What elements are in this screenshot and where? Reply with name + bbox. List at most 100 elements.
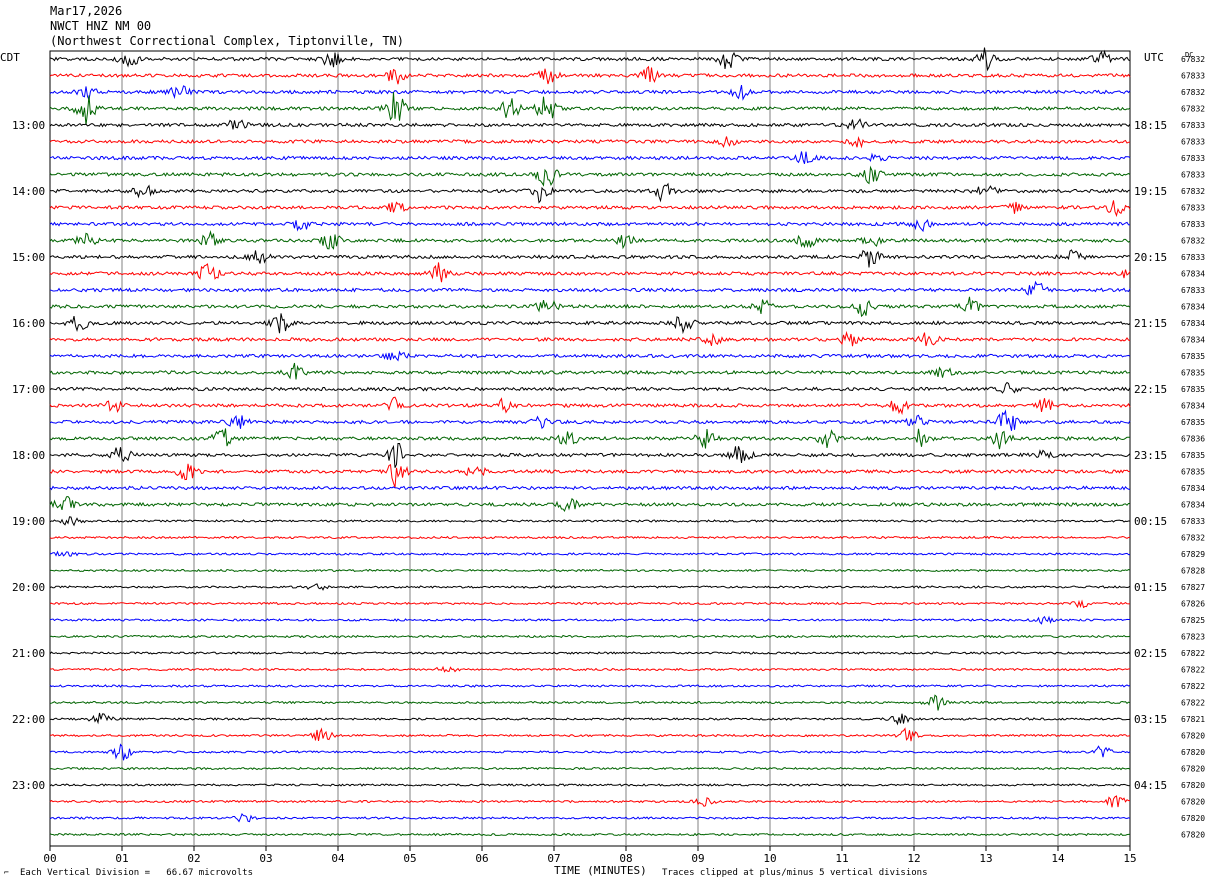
dc-offset-label: 67820 xyxy=(1181,781,1205,790)
right-hour-label: 01:15 xyxy=(1134,581,1167,594)
x-tick-label: 13 xyxy=(979,852,992,865)
trace-11 xyxy=(49,230,1131,250)
trace-47 xyxy=(49,832,1131,837)
trace-35 xyxy=(49,634,1131,639)
trace-46 xyxy=(49,813,1131,823)
dc-offset-label: 67827 xyxy=(1181,583,1205,592)
dc-offset-label: 67820 xyxy=(1181,732,1205,741)
trace-20 xyxy=(49,381,1131,394)
x-tick-label: 11 xyxy=(835,852,848,865)
x-tick-label: 03 xyxy=(259,852,272,865)
trace-21 xyxy=(49,396,1131,416)
left-hour-label: 18:00 xyxy=(12,449,45,462)
trace-34 xyxy=(49,615,1130,625)
x-tick-label: 12 xyxy=(907,852,920,865)
dc-offset-label: 67835 xyxy=(1181,468,1205,477)
grid-layer xyxy=(49,50,1131,851)
left-hour-label: 19:00 xyxy=(12,515,45,528)
dc-offset-label: 67833 xyxy=(1181,154,1205,163)
dc-offset-label: 67834 xyxy=(1181,336,1205,345)
trace-31 xyxy=(50,568,1131,573)
dc-offset-label: 67820 xyxy=(1181,814,1205,823)
left-hour-label: 22:00 xyxy=(12,713,45,726)
trace-16 xyxy=(49,313,1131,335)
right-hour-label: 22:15 xyxy=(1134,383,1167,396)
dc-offset-label: 67833 xyxy=(1181,286,1205,295)
dc-offset-label: 67822 xyxy=(1181,666,1205,675)
dc-offset-label: 67826 xyxy=(1181,600,1205,609)
x-tick-label: 00 xyxy=(43,852,56,865)
trace-6 xyxy=(49,151,1131,164)
trace-43 xyxy=(49,766,1131,771)
trace-1 xyxy=(49,65,1131,85)
dc-offset-label: 67832 xyxy=(1181,88,1205,97)
x-tick-label: 10 xyxy=(763,852,776,865)
dc-offset-label: 67834 xyxy=(1181,402,1205,411)
dc-offset-label: 67832 xyxy=(1181,187,1205,196)
trace-28 xyxy=(49,516,1130,527)
trace-18 xyxy=(49,350,1131,362)
left-timezone-label: CDT xyxy=(0,51,20,64)
dc-offset-label: 67820 xyxy=(1181,748,1205,757)
trace-14 xyxy=(49,280,1131,296)
dc-offset-label: 67833 xyxy=(1181,138,1205,147)
trace-33 xyxy=(49,599,1131,609)
right-hour-label: 20:15 xyxy=(1134,251,1167,264)
dc-offset-label: 67820 xyxy=(1181,831,1205,840)
helicorder-plot: CDT UTC DC 00 01 02 03 04 05 06 07 08 09 10 11 12 13 1… xyxy=(0,47,1205,865)
dc-offset-label: 67835 xyxy=(1181,369,1205,378)
dc-offset-label: 67835 xyxy=(1181,451,1205,460)
trace-13 xyxy=(49,262,1131,283)
x-tick-label: 02 xyxy=(187,852,200,865)
trace-9 xyxy=(49,200,1131,218)
right-hour-label: 00:15 xyxy=(1134,515,1167,528)
trace-12 xyxy=(49,249,1131,268)
left-hour-label: 15:00 xyxy=(12,251,45,264)
left-hour-label: 20:00 xyxy=(12,581,45,594)
trace-15 xyxy=(49,296,1131,318)
dc-offset-label: 67833 xyxy=(1181,72,1205,81)
x-tick-label: 14 xyxy=(1051,852,1065,865)
left-hour-label: 17:00 xyxy=(12,383,45,396)
dc-offset-label: 67835 xyxy=(1181,352,1205,361)
trace-5 xyxy=(49,136,1131,149)
left-hour-label: 21:00 xyxy=(12,647,45,660)
dc-offset-label: 67834 xyxy=(1181,501,1205,510)
trace-40 xyxy=(49,712,1131,726)
trace-layer xyxy=(49,47,1131,837)
trace-39 xyxy=(49,694,1131,711)
x-tick-label: 15 xyxy=(1123,852,1136,865)
dc-offset-label: 67822 xyxy=(1181,699,1205,708)
trace-41 xyxy=(50,727,1131,742)
trace-36 xyxy=(49,651,1131,655)
trace-3 xyxy=(49,92,1131,126)
dc-offset-label: 67832 xyxy=(1181,534,1205,543)
dc-offset-label: 67822 xyxy=(1181,649,1205,658)
left-hour-label: 16:00 xyxy=(12,317,45,330)
dc-offset-label: 67835 xyxy=(1181,385,1205,394)
left-hour-label: 23:00 xyxy=(12,779,45,792)
trace-37 xyxy=(49,665,1131,673)
trace-19 xyxy=(49,362,1131,380)
dc-offset-label: 67832 xyxy=(1181,237,1205,246)
trace-32 xyxy=(49,583,1131,591)
trace-10 xyxy=(49,218,1131,233)
scale-note: Each Vertical Division = 66.67 microvolt… xyxy=(20,868,253,878)
trace-44 xyxy=(49,783,1131,787)
right-hour-label: 19:15 xyxy=(1134,185,1167,198)
trace-25 xyxy=(49,463,1131,488)
dc-offset-label: 67833 xyxy=(1181,171,1205,180)
dc-offset-label: 67820 xyxy=(1181,765,1205,774)
dc-offset-label: 67834 xyxy=(1181,270,1205,279)
x-axis-title: TIME (MINUTES) xyxy=(554,864,647,877)
right-hour-label: 03:15 xyxy=(1134,713,1167,726)
trace-38 xyxy=(49,684,1131,688)
dc-offset-label: 67825 xyxy=(1181,616,1205,625)
x-tick-label: 01 xyxy=(115,852,128,865)
trace-30 xyxy=(49,550,1131,557)
trace-27 xyxy=(49,495,1130,513)
dc-offset-label: 67833 xyxy=(1181,220,1205,229)
right-hour-label: 23:15 xyxy=(1134,449,1167,462)
dc-offset-label: 67835 xyxy=(1181,418,1205,427)
dc-offset-label: 67823 xyxy=(1181,633,1205,642)
